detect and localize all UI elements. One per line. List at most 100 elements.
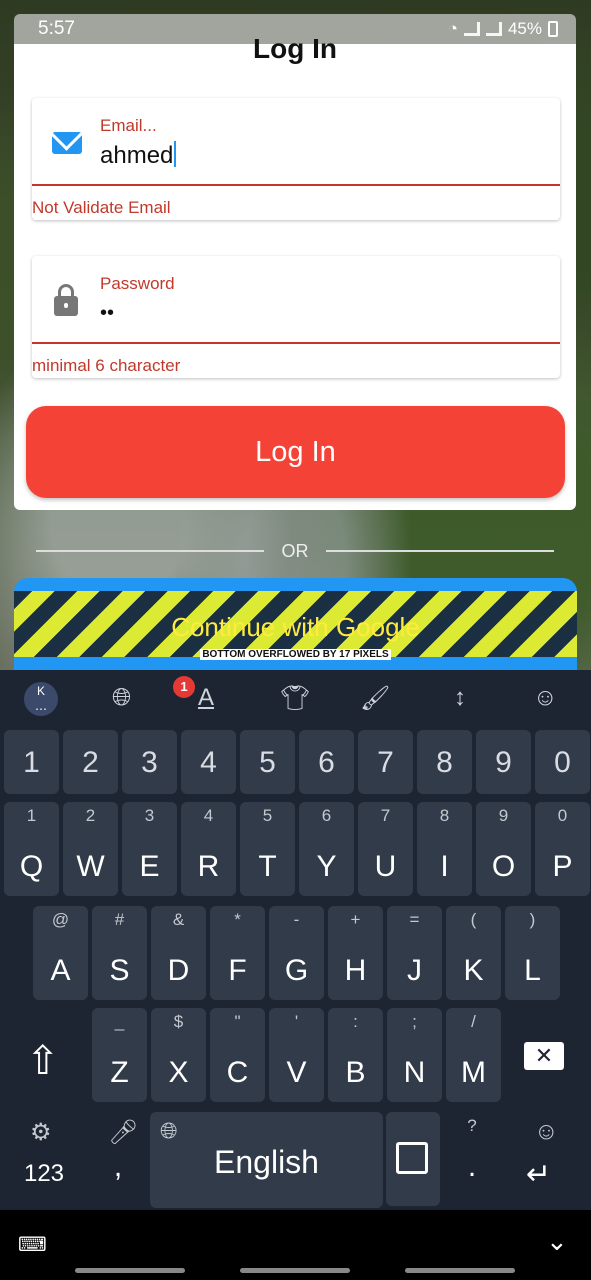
enter-icon: ↵ (526, 1158, 552, 1191)
key-7[interactable]: 7 (358, 730, 413, 794)
key-secondary-label: 4 (203, 806, 214, 825)
key-2[interactable]: 2 (63, 730, 118, 794)
google-button-label: Continue with Google (171, 612, 420, 642)
key-secondary-label: + (350, 910, 361, 929)
key-d[interactable]: & D (151, 906, 206, 1000)
key-label: K (463, 954, 484, 987)
font-style-icon[interactable]: A (198, 684, 214, 712)
keyboard-logo-icon[interactable]: K ⋯ (24, 682, 58, 716)
key-label: 3 (141, 746, 158, 779)
soft-keyboard: K ⋯ 🌐︎ 1 A 👕︎ 🖌︎ ↕ ☺ 12345678901Q2W3E4R5T… (0, 670, 591, 1210)
keyboard-switch-icon[interactable]: ⌨ (18, 1232, 47, 1257)
numbers-key[interactable]: ⚙ 123 (4, 1112, 84, 1206)
cursor-move-icon[interactable]: ↕ (454, 684, 466, 712)
key-j[interactable]: = J (387, 906, 442, 1000)
key-secondary-label: " (234, 1012, 241, 1031)
password-field[interactable]: Password •• minimal 6 character (32, 256, 560, 378)
key-label: X (168, 1056, 189, 1089)
key-1[interactable]: 1 (4, 730, 59, 794)
key-5[interactable]: 5 (240, 730, 295, 794)
password-label: Password (100, 274, 175, 293)
settings-gear-icon: ⚙ (30, 1119, 52, 1146)
email-error: Not Validate Email (32, 198, 171, 217)
key-6[interactable]: 6 (299, 730, 354, 794)
key-o[interactable]: 9O (476, 802, 531, 896)
google-signin-button[interactable]: Continue with Google BOTTOM OVERFLOWED B… (14, 578, 577, 672)
key-label: B (345, 1056, 366, 1089)
key-z[interactable]: _ Z (92, 1008, 147, 1102)
emoji-icon[interactable]: ☺ (533, 684, 558, 712)
backspace-key[interactable]: ✕ (506, 1008, 586, 1102)
key-label: 6 (318, 746, 335, 779)
key-label: M (461, 1056, 486, 1089)
key-label: O (491, 850, 516, 883)
key-r[interactable]: 4R (181, 802, 236, 896)
key-e[interactable]: 3E (122, 802, 177, 896)
theme-shirt-icon[interactable]: 👕︎ (280, 684, 310, 713)
key-secondary-label: ) (529, 910, 536, 929)
key-k[interactable]: (K (446, 906, 501, 1000)
enter-key[interactable]: ☺ ↵ (506, 1112, 586, 1206)
password-error: minimal 6 character (32, 356, 181, 375)
period-key[interactable]: ?. (444, 1112, 500, 1206)
key-label: G (284, 954, 309, 987)
key-g[interactable]: -G (269, 906, 324, 1000)
key-0[interactable]: 0 (535, 730, 590, 794)
key-m[interactable]: / M (446, 1008, 501, 1102)
key-8[interactable]: 8 (417, 730, 472, 794)
key-c[interactable]: " C (210, 1008, 265, 1102)
key-q[interactable]: 1Q (4, 802, 59, 896)
space-key[interactable]: 🌐︎ English (150, 1112, 383, 1208)
key-label: 7 (377, 746, 394, 779)
key-label: 8 (436, 746, 453, 779)
or-divider: OR (36, 540, 554, 562)
signal-icon (463, 22, 480, 36)
key-t[interactable]: 5T (240, 802, 295, 896)
password-input[interactable]: •• (100, 302, 114, 325)
key-secondary-label: = (409, 910, 420, 929)
numbers-key-label: 123 (23, 1160, 65, 1187)
key-secondary-label: 9 (498, 806, 509, 825)
key-label: U (374, 850, 397, 883)
key-secondary-label: 2 (85, 806, 96, 825)
clipboard-key[interactable] (386, 1112, 440, 1206)
key-p[interactable]: 0P (535, 802, 590, 896)
key-b[interactable]: :B (328, 1008, 383, 1102)
lock-icon (54, 284, 78, 316)
shift-key[interactable]: ⇧ (4, 1008, 84, 1102)
paint-brush-icon[interactable]: 🖌︎ (360, 684, 390, 713)
battery-percent: 45% (507, 19, 542, 38)
key-y[interactable]: 6Y (299, 802, 354, 896)
key-n[interactable]: ; N (387, 1008, 442, 1102)
email-field[interactable]: Email... ahmed Not Validate Email (32, 98, 560, 220)
key-label: A (50, 954, 71, 987)
key-label: E (139, 850, 160, 883)
key-3[interactable]: 3 (122, 730, 177, 794)
key-u[interactable]: 7U (358, 802, 413, 896)
key-w[interactable]: 2W (63, 802, 118, 896)
key-label: H (344, 954, 367, 987)
comma-key[interactable]: 🎤︎, (88, 1112, 148, 1206)
keyboard-toolbar: K ⋯ 🌐︎ 1 A 👕︎ 🖌︎ ↕ ☺ (0, 670, 591, 728)
chevron-down-icon[interactable]: ⌄ (546, 1226, 568, 1257)
overflow-warning: BOTTOM OVERFLOWED BY 17 PIXELS (200, 649, 391, 660)
battery-icon (548, 21, 558, 37)
email-label: Email... (100, 116, 157, 135)
key-4[interactable]: 4 (181, 730, 236, 794)
email-input[interactable]: ahmed (100, 141, 177, 170)
key-label: . (467, 1150, 477, 1183)
key-x[interactable]: $ X (151, 1008, 206, 1102)
key-i[interactable]: 8I (417, 802, 472, 896)
key-s[interactable]: # S (92, 906, 147, 1000)
globe-icon[interactable]: 🌐︎ (112, 684, 131, 712)
key-9[interactable]: 9 (476, 730, 531, 794)
key-f[interactable]: * F (210, 906, 265, 1000)
key-a[interactable]: @ A (33, 906, 88, 1000)
key-label: D (167, 954, 190, 987)
comma-label: , (113, 1150, 123, 1183)
key-label: F (228, 954, 247, 987)
key-v[interactable]: ' V (269, 1008, 324, 1102)
key-h[interactable]: + H (328, 906, 383, 1000)
key-l[interactable]: ) L (505, 906, 560, 1000)
login-button[interactable]: Log In (26, 406, 565, 498)
